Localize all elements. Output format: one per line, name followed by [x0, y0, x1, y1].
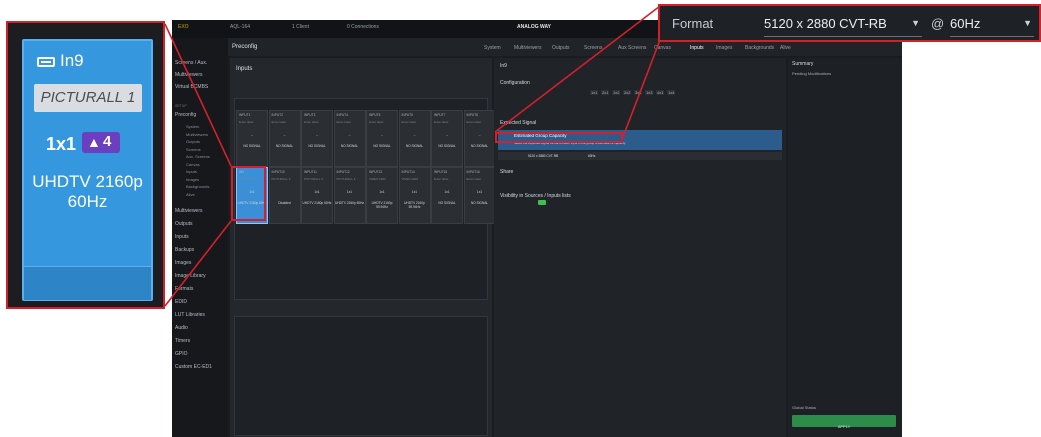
format-select-value: 5120 x 2880 CVT-RB: [764, 16, 887, 31]
zoom-label-field[interactable]: PICTURALL 1: [34, 84, 142, 112]
chevron-down-icon[interactable]: ▼: [1023, 18, 1032, 28]
zoom-format-row: Format 5120 x 2880 CVT-RB ▼ @ 60Hz ▼: [658, 4, 1041, 42]
zoom-signal: UHDTV 2160p 60Hz: [24, 172, 151, 212]
zoom-badge-count: 4: [103, 133, 112, 150]
zoom-signal-line1: UHDTV 2160p: [32, 172, 143, 191]
zoom-label-text: PICTURALL 1: [40, 89, 136, 106]
rate-select[interactable]: 60Hz ▼: [950, 10, 1034, 37]
connector-left-bottom: [164, 220, 232, 307]
zoom-layer-badge: ▲ 4: [82, 132, 120, 153]
connector-right-top: [494, 5, 661, 133]
zoom-layout: 1x1: [46, 134, 77, 154]
at-symbol: @: [931, 16, 945, 31]
zoom-format-label: Format: [672, 16, 714, 31]
zoom-input-card: In9 PICTURALL 1 1x1 ▲ 4 UHDTV 2160p 60Hz: [6, 21, 165, 309]
input-card-in9[interactable]: In9 PICTURALL 1 1x1 ▲ 4 UHDTV 2160p 60Hz: [22, 39, 153, 301]
input-connector-icon: [37, 57, 55, 67]
zoom-card-footer: [24, 266, 151, 300]
layer-icon: ▲: [87, 134, 101, 150]
format-select[interactable]: 5120 x 2880 CVT-RB ▼: [764, 10, 922, 37]
rate-select-value: 60Hz: [950, 16, 981, 31]
connector-right-bottom: [622, 39, 661, 138]
connector-left-top: [164, 23, 232, 167]
zoom-input-name: In9: [60, 51, 84, 70]
zoom-signal-line2: 60Hz: [67, 192, 108, 211]
chevron-down-icon[interactable]: ▼: [911, 18, 920, 28]
